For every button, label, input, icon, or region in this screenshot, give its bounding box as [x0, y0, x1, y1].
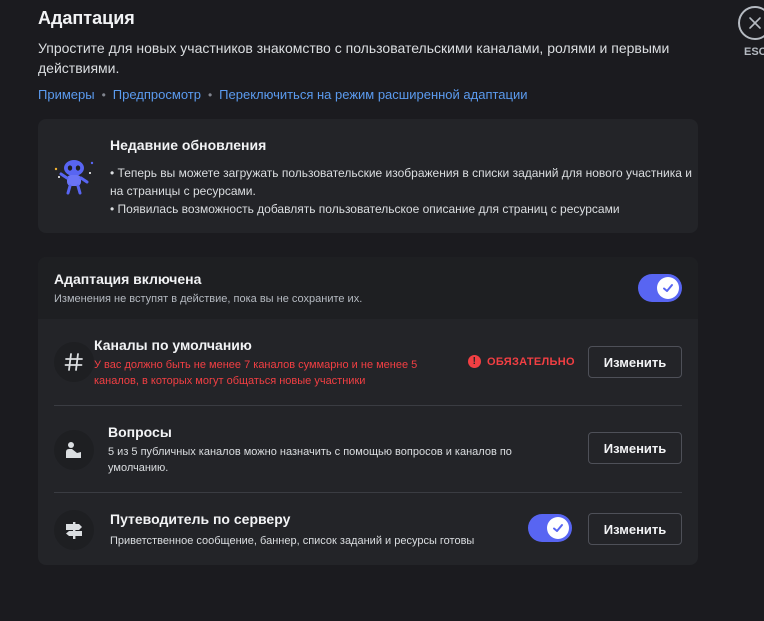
- link-separator: •: [207, 87, 213, 102]
- edit-default-channels-button[interactable]: Изменить: [588, 346, 682, 378]
- header-links: Примеры • Предпросмотр • Переключиться н…: [38, 87, 528, 102]
- mascot-icon: [54, 160, 94, 195]
- server-guide-row: Путеводитель по серверу Приветственное с…: [38, 493, 698, 565]
- default-channels-error: У вас должно быть не менее 7 каналов сум…: [94, 359, 418, 387]
- update-item: • Теперь вы можете загружать пользовател…: [110, 166, 692, 198]
- preview-link[interactable]: Предпросмотр: [113, 87, 201, 102]
- check-icon: [663, 284, 673, 292]
- page-description: Упростите для новых участников знакомств…: [38, 40, 670, 76]
- onboarding-title: Адаптация включена: [54, 271, 202, 287]
- required-badge: ! ОБЯЗАТЕЛЬНО: [468, 355, 575, 368]
- toggle-knob: [657, 277, 679, 299]
- update-item: • Появилась возможность добавлять пользо…: [110, 202, 620, 216]
- updates-list: • Теперь вы можете загружать пользовател…: [110, 164, 700, 218]
- examples-link[interactable]: Примеры: [38, 87, 95, 102]
- signpost-icon: [54, 510, 94, 550]
- onboarding-panel: Адаптация включена Изменения не вступят …: [38, 257, 698, 565]
- default-channels-title: Каналы по умолчанию: [94, 337, 252, 353]
- advanced-mode-link[interactable]: Переключиться на режим расширенной адапт…: [219, 87, 527, 102]
- questions-row: Вопросы 5 из 5 публичных каналов можно н…: [38, 406, 698, 492]
- updates-title: Недавние обновления: [110, 137, 267, 153]
- default-channels-row: Каналы по умолчанию У вас должно быть не…: [38, 319, 698, 405]
- close-control: ESC: [738, 6, 764, 58]
- warning-icon: !: [468, 355, 481, 368]
- edit-questions-button[interactable]: Изменить: [588, 432, 682, 464]
- questions-description: 5 из 5 публичных каналов можно назначить…: [108, 446, 512, 474]
- user-questions-icon: [54, 430, 94, 470]
- recent-updates-card: Недавние обновления • Теперь вы можете з…: [38, 119, 698, 233]
- required-label: ОБЯЗАТЕЛЬНО: [487, 355, 575, 368]
- server-guide-toggle[interactable]: [528, 514, 572, 542]
- close-button[interactable]: [738, 6, 764, 40]
- hashtag-icon: [54, 342, 94, 382]
- esc-label: ESC: [744, 46, 764, 58]
- edit-server-guide-button[interactable]: Изменить: [588, 513, 682, 545]
- onboarding-subtitle: Изменения не вступят в действие, пока вы…: [54, 293, 363, 305]
- toggle-knob: [547, 517, 569, 539]
- check-icon: [553, 524, 563, 532]
- page-title: Адаптация: [38, 8, 135, 28]
- onboarding-toggle[interactable]: [638, 274, 682, 302]
- server-guide-description: Приветственное сообщение, баннер, список…: [110, 535, 475, 547]
- onboarding-header: Адаптация включена Изменения не вступят …: [38, 257, 698, 319]
- close-icon: [749, 17, 761, 29]
- server-guide-title: Путеводитель по серверу: [110, 511, 291, 527]
- questions-title: Вопросы: [108, 424, 172, 440]
- link-separator: •: [101, 87, 106, 102]
